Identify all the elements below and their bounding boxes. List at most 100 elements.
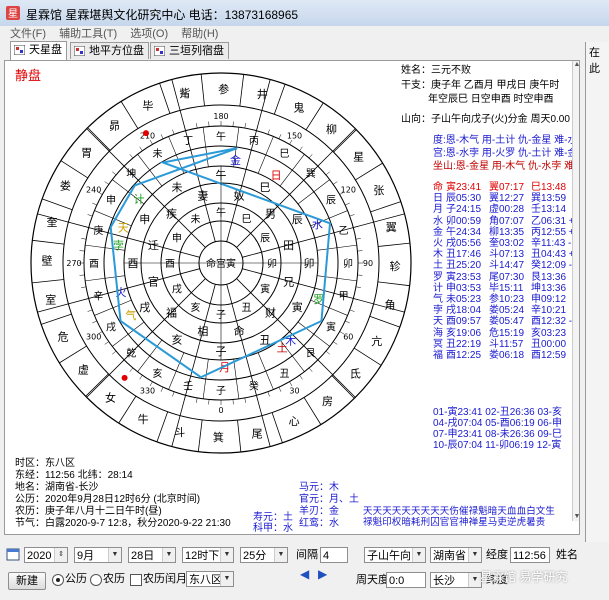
degree-tick bbox=[139, 146, 143, 151]
planet-mountain-pos: 酉12:59 bbox=[531, 350, 567, 361]
planet-mansion-pos: 虚00:28 bbox=[489, 204, 525, 216]
degree-tick bbox=[83, 226, 89, 228]
degree-tick bbox=[353, 298, 359, 300]
degree-tick bbox=[317, 359, 322, 364]
planet-mansion-pos: 娄06:18 bbox=[489, 350, 525, 361]
scroll-down-icon[interactable]: ▼ bbox=[573, 513, 579, 521]
info-ganzhi: 干支：庚子年 乙酉月 甲戌日 庚午时 bbox=[401, 80, 560, 91]
inner-branch-label: 申 bbox=[172, 231, 182, 244]
app-window: 星 星霖馆 星霖堪舆文化研究中心 电话：13873168965 文件(F) 辅助… bbox=[0, 0, 609, 600]
degree-tick bbox=[160, 134, 164, 139]
degree-tick bbox=[299, 146, 303, 151]
mountain-label: 坤 bbox=[126, 167, 136, 180]
mansion-divider bbox=[42, 198, 73, 211]
mountain-label: 未 bbox=[153, 148, 163, 160]
planet-name: 月 bbox=[433, 204, 443, 216]
degree-input[interactable]: 0:0 bbox=[386, 572, 426, 588]
planet-mountain-pos: 艮13:36 bbox=[531, 271, 567, 283]
day-select[interactable]: 28日 ▼ bbox=[128, 547, 176, 563]
degree-label: 270 bbox=[66, 259, 81, 268]
minute-select[interactable]: 25分 ▼ bbox=[240, 547, 288, 563]
branch-label: 申 bbox=[139, 213, 150, 226]
planet-branch-pos: 戌18:04 bbox=[446, 305, 482, 317]
house-label: 男 bbox=[265, 208, 276, 221]
scroll-up-icon[interactable]: ▲ bbox=[573, 61, 579, 69]
planet-branch-pos: 寅23:53 bbox=[446, 271, 482, 283]
mountain-select[interactable]: 子山午向 ▼ bbox=[364, 547, 426, 563]
degree-tick bbox=[149, 381, 153, 387]
prev-icon[interactable]: ◀ bbox=[300, 567, 309, 581]
calendar-icon[interactable] bbox=[6, 547, 20, 561]
mountain-label: 酉 bbox=[89, 259, 99, 270]
house-label: 命 bbox=[234, 324, 245, 338]
month-select[interactable]: 9月 ▼ bbox=[74, 547, 122, 563]
city-select[interactable]: 长沙 ▼ bbox=[430, 572, 482, 588]
interval-value: 4 bbox=[323, 550, 330, 562]
mansion-divider bbox=[59, 345, 87, 364]
day-value: 28日 bbox=[131, 550, 155, 562]
degree-tick bbox=[325, 171, 330, 176]
relation-line: 度:恩-木气 用-土计 仇-金星 难-水 bbox=[433, 135, 578, 146]
degree-tick bbox=[355, 286, 361, 288]
menu-options[interactable]: 选项(O) bbox=[130, 26, 168, 42]
degree-tick bbox=[333, 181, 338, 185]
degree-tick bbox=[333, 341, 338, 345]
chevron-down-icon[interactable]: ▼ bbox=[412, 548, 425, 562]
chevron-down-icon[interactable]: ▼ bbox=[468, 548, 481, 562]
planet-branch-pos: 丑25:20 bbox=[446, 260, 482, 272]
hour-select[interactable]: 12时下 ▼ bbox=[182, 547, 234, 563]
planet-mansion-pos: 危15:19 bbox=[489, 327, 525, 339]
radio-nongli[interactable] bbox=[90, 574, 102, 586]
leap-month-checkbox[interactable] bbox=[130, 574, 142, 586]
planet-mountain-pos: 亥03:23 bbox=[531, 327, 567, 339]
planet-branch-pos: 午24:34 bbox=[446, 226, 482, 238]
longitude-input[interactable]: 112:56 bbox=[510, 547, 550, 563]
planet-marker: 气 bbox=[125, 308, 136, 322]
mansion-label: 亢 bbox=[371, 334, 382, 348]
radio-gongli[interactable] bbox=[52, 574, 64, 586]
chevron-down-icon[interactable]: ▼ bbox=[162, 548, 175, 562]
year-value: 2020 bbox=[27, 550, 52, 562]
mansion-divider bbox=[200, 73, 205, 106]
menu-tools[interactable]: 辅助工具(T) bbox=[59, 26, 117, 42]
chevron-down-icon[interactable]: ▼ bbox=[220, 548, 233, 562]
bottom-coords: 东经：112:56 北纬：28:14 bbox=[15, 470, 133, 481]
year-stepper[interactable]: 2020 ⇕ bbox=[24, 547, 68, 563]
degree-tick bbox=[308, 367, 313, 372]
menu-help[interactable]: 帮助(H) bbox=[181, 26, 218, 42]
mountain-label: 子 bbox=[216, 385, 226, 397]
spin-icon[interactable]: ⇕ bbox=[54, 548, 67, 562]
mountain-label: 庚 bbox=[93, 224, 103, 237]
vertical-scrollbar[interactable]: ▲ ▼ bbox=[572, 61, 579, 521]
app-icon: 星 bbox=[6, 6, 20, 20]
mountain-label: 辰 bbox=[326, 194, 336, 206]
right-side-pane: 在此 bbox=[585, 42, 609, 542]
planet-marker: 天 bbox=[118, 222, 129, 235]
degree-tick bbox=[278, 134, 282, 139]
next-icon[interactable]: ▶ bbox=[318, 567, 327, 581]
new-button[interactable]: 新建 bbox=[8, 572, 46, 590]
planet-mansion-pos: 毕15:11 bbox=[489, 282, 524, 294]
branch-label: 巳 bbox=[260, 181, 271, 194]
house-label: 兄 bbox=[283, 275, 294, 288]
degree-tick bbox=[278, 387, 282, 392]
interval-stepper[interactable]: 4 bbox=[320, 547, 348, 563]
chevron-down-icon[interactable]: ▼ bbox=[274, 548, 287, 562]
tab-tianxing[interactable]: 天星盘 bbox=[10, 41, 67, 60]
zone-select[interactable]: 东八区 ▼ bbox=[186, 571, 234, 587]
province-select[interactable]: 湖南省 ▼ bbox=[430, 547, 482, 563]
tab-dipingfangwei[interactable]: 地平方位盘 bbox=[70, 42, 149, 59]
bottom-zone: 时区：东八区 bbox=[15, 458, 75, 469]
chevron-down-icon[interactable]: ▼ bbox=[220, 572, 233, 586]
mansion-label: 壁 bbox=[42, 254, 53, 268]
menu-file[interactable]: 文件(F) bbox=[10, 26, 46, 42]
tab-sanyuan[interactable]: 三垣列宿盘 bbox=[150, 42, 229, 59]
svg-text:星: 星 bbox=[8, 8, 18, 20]
leap-month-label: 农历闰月 bbox=[143, 573, 187, 585]
planet-mountain-pos: 丙12:55 + bbox=[531, 226, 575, 238]
mansion-label: 胃 bbox=[81, 147, 92, 160]
info-shanxiang: 山向：子山午向戊子(火)分金 周天0.00 bbox=[401, 114, 570, 125]
chevron-down-icon[interactable]: ▼ bbox=[108, 548, 121, 562]
mansion-divider bbox=[60, 160, 89, 179]
degree-tick bbox=[256, 395, 258, 401]
